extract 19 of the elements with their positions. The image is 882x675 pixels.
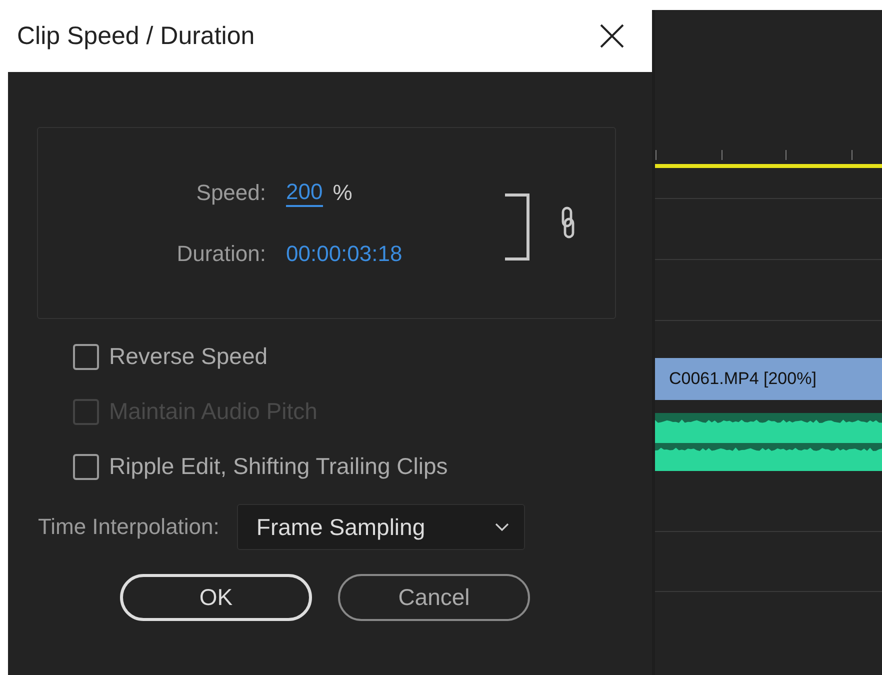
percent-unit: % bbox=[332, 180, 352, 206]
bracket-icon bbox=[503, 192, 531, 262]
duration-value[interactable]: 00:00:03:18 bbox=[286, 241, 402, 267]
checkbox-label: Reverse Speed bbox=[109, 343, 268, 370]
duration-label: Duration: bbox=[176, 241, 266, 267]
speed-label: Speed: bbox=[195, 180, 266, 206]
interpolation-dropdown[interactable]: Frame Sampling bbox=[237, 504, 526, 550]
video-clip[interactable]: C0061.MP4 [200%] bbox=[655, 358, 882, 400]
ok-button[interactable]: OK bbox=[120, 574, 312, 621]
cancel-button[interactable]: Cancel bbox=[338, 574, 530, 621]
chain-link-icon[interactable] bbox=[561, 206, 575, 240]
speed-value[interactable]: 200 bbox=[286, 179, 323, 207]
audio-waveform-drawing[interactable] bbox=[655, 411, 882, 471]
checkbox-label: Ripple Edit, Shifting Trailing Clips bbox=[109, 453, 448, 480]
interpolation-label: Time Interpolation: bbox=[38, 514, 220, 540]
checkbox[interactable] bbox=[73, 454, 99, 480]
window-title: Clip Speed / Duration bbox=[17, 22, 255, 50]
checkbox[interactable] bbox=[73, 344, 99, 370]
chevron-down-icon bbox=[494, 522, 510, 532]
